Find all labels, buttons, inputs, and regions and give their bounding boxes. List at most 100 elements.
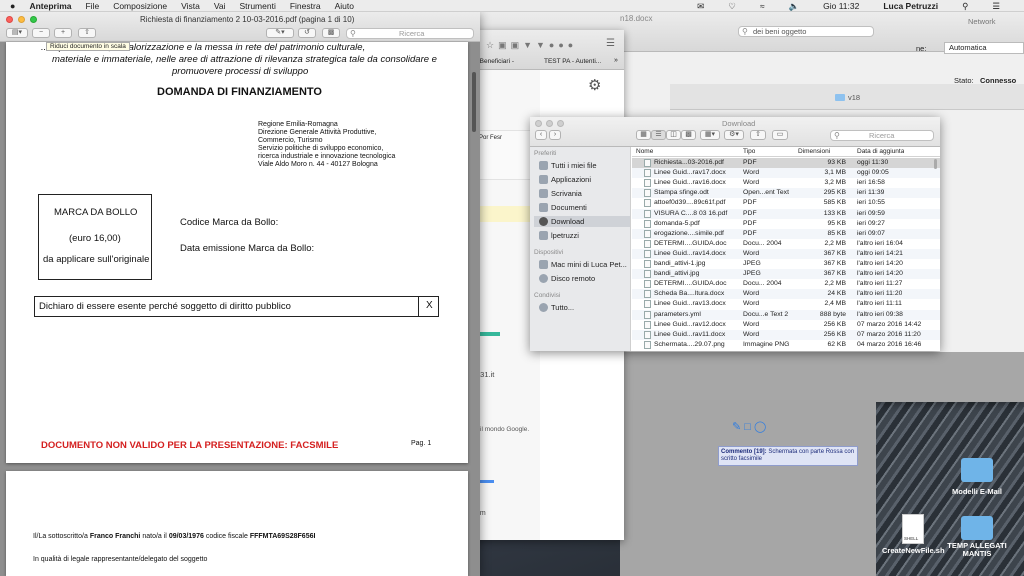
minimize-button[interactable]	[18, 16, 25, 23]
file-size: 24 KB	[827, 290, 846, 298]
zoom-out-button[interactable]: −	[32, 28, 50, 38]
wifi-icon[interactable]: ≈	[760, 1, 765, 11]
file-row[interactable]: Linee Guid...rav13.docx Word 2,4 MB l'altro…	[632, 299, 940, 309]
notification-icon[interactable]: ✉	[697, 1, 704, 12]
icon-view-button[interactable]: ▦	[636, 130, 651, 140]
annotate-button[interactable]: ▩	[322, 28, 340, 38]
menu-aiuto[interactable]: Aiuto	[335, 1, 354, 11]
menu-strumenti[interactable]: Strumenti	[239, 1, 275, 11]
browser-menu-icon[interactable]: ☰	[606, 38, 615, 49]
word-comment[interactable]: Commento [19]: Schermata con parte Rossa…	[718, 446, 858, 466]
action-gear-button[interactable]: ⚙▾	[724, 130, 744, 140]
back-button[interactable]: ‹	[535, 130, 547, 140]
column-header-size[interactable]: Dimensioni	[798, 147, 830, 157]
sidebar-item-remote-disc[interactable]: Disco remoto	[534, 273, 630, 284]
file-row[interactable]: domanda-5.pdf PDF 95 KB ieri 09:27	[632, 219, 940, 229]
zoom-button[interactable]	[30, 16, 37, 23]
file-type: Immagine PNG	[743, 340, 790, 348]
file-icon	[644, 249, 651, 258]
menu-vista[interactable]: Vista	[181, 1, 200, 11]
finder-window: Download ‹ › ▦ ☰ ◫ ▩ ▦▾ ⚙▾ ⇧ ▭ ⚲ Ricerca…	[530, 117, 940, 351]
network-field-value[interactable]: Automatica	[944, 42, 1024, 54]
sidebar-item-desktop[interactable]: Scrivania	[534, 188, 630, 199]
volume-icon[interactable]: 🔈	[789, 1, 800, 12]
list-view-button[interactable]: ☰	[651, 130, 666, 140]
sidebar-item-all-files[interactable]: Tutti i miei file	[534, 160, 630, 171]
tag-button[interactable]: ▭	[772, 130, 788, 140]
sidebar-item-home[interactable]: lpetruzzi	[534, 230, 630, 241]
sidebar-item-documents[interactable]: Documenti	[534, 202, 630, 213]
share-button[interactable]: ⇧	[78, 28, 96, 38]
column-header-name[interactable]: Nome	[636, 147, 653, 157]
menu-file[interactable]: File	[85, 1, 99, 11]
column-view-button[interactable]: ◫	[666, 130, 681, 140]
forward-button[interactable]: ›	[549, 130, 561, 140]
file-size: 585 KB	[823, 199, 846, 207]
sidebar-item-mac-mini[interactable]: Mac mini di Luca Pet...	[534, 259, 630, 270]
zoom-button[interactable]	[557, 120, 564, 127]
file-row[interactable]: Stampa sfinge.odt Open...ent Text 295 KB ie…	[632, 188, 940, 199]
spotlight-icon[interactable]: ⚲	[962, 1, 968, 12]
file-row[interactable]: parameters.yml Docu...e Text 2 888 byte l'a…	[632, 309, 940, 320]
sidebar-item-applications[interactable]: Applicazioni	[534, 174, 630, 185]
file-row[interactable]: VISURA C....8 03 16.pdf PDF 133 KB ieri 09:…	[632, 208, 940, 219]
settings-gear-icon[interactable]: ⚙	[588, 76, 601, 94]
background-search-field[interactable]: ⚲ dei beni oggetto	[738, 26, 874, 37]
menu-user[interactable]: Luca Petruzzi	[883, 1, 938, 11]
apple-menu-icon[interactable]: ●	[10, 1, 15, 11]
column-header-type[interactable]: Tipo	[743, 147, 755, 157]
file-row[interactable]: bandi_attivi-1.jpg JPEG 367 KB l'altro ieri…	[632, 259, 940, 269]
desktop-icon-createnewfile[interactable]: SHELL CreateNewFile.sh	[882, 514, 945, 570]
desktop-icon-temp-allegati[interactable]: TEMP ALLEGATI MANTIS	[944, 516, 1010, 570]
desktop-icon-modelli-email[interactable]: Modelli E-Mail	[948, 458, 1006, 504]
file-row[interactable]: erogazione....simile.pdf PDF 85 KB ieri 09:…	[632, 228, 940, 239]
file-row[interactable]: Linee Guid...rav14.docx Word 367 KB l'altro…	[632, 248, 940, 259]
sidebar-item-all-shared[interactable]: Tutto...	[534, 302, 630, 313]
close-button[interactable]	[6, 16, 13, 23]
file-name: erogazione....simile.pdf	[654, 229, 724, 237]
cover-flow-button[interactable]: ▩	[681, 130, 696, 140]
file-row[interactable]: Linee Guid...rav17.docx Word 3,1 MB oggi 09…	[632, 168, 940, 179]
notification-center-icon[interactable]: ☰	[992, 1, 1000, 12]
file-row[interactable]: Schermata....29.07.png Immagine PNG 62 KB 0…	[632, 340, 940, 350]
sidebar-item-download[interactable]: Download	[534, 216, 630, 227]
bookmark-overflow-icon[interactable]: »	[614, 57, 618, 64]
file-row[interactable]: DETERMI....GUIDA.doc Docu... 2004 2,2 MB l'…	[632, 239, 940, 249]
menu-vai[interactable]: Vai	[214, 1, 226, 11]
markup-pen-button[interactable]: ✎▾	[266, 28, 294, 38]
column-header-date[interactable]: Data di aggiunta	[857, 147, 904, 157]
minimize-button[interactable]	[546, 120, 553, 127]
preview-search-field[interactable]: ⚲ Ricerca	[346, 28, 474, 39]
file-row[interactable]: DETERMI....GUIDA.doc Docu... 2004 2,2 MB l'…	[632, 279, 940, 289]
share-button[interactable]: ⇧	[750, 130, 766, 140]
menu-clock[interactable]: Gio 11:32	[823, 1, 859, 11]
file-date: 04 marzo 2016 16:46	[857, 340, 922, 348]
file-name: bandi_attivi.jpg	[654, 270, 700, 278]
file-row[interactable]: Linee Guid...rav12.docx Word 256 KB 07 marz…	[632, 320, 940, 330]
sidebar-toggle-button[interactable]: ▤▾	[6, 28, 28, 38]
file-row[interactable]: Richiesta...03-2016.pdf PDF 93 KB oggi 11:3…	[632, 158, 940, 169]
file-icon	[644, 340, 651, 349]
rotate-button[interactable]: ↺	[298, 28, 316, 38]
file-list-scrollbar[interactable]	[934, 159, 937, 169]
file-name: bandi_attivi-1.jpg	[654, 260, 706, 267]
file-row[interactable]: Linee Guid...rav16.docx Word 3,2 MB ieri 16…	[632, 178, 940, 188]
file-row[interactable]: attoef0d39....89c61f.pdf PDF 585 KB ieri 10…	[632, 198, 940, 208]
menu-app-name[interactable]: Anteprima	[29, 1, 71, 11]
search-icon: ⚲	[742, 27, 748, 36]
file-row[interactable]: bandi_attivi.jpg JPEG 367 KB l'altro ieri 1…	[632, 269, 940, 280]
bookmark-2[interactable]: TEST PA - Autenti...	[544, 58, 601, 65]
menu-finestra[interactable]: Finestra	[290, 1, 321, 11]
heart-icon[interactable]: ♡	[728, 1, 736, 12]
menu-composizione[interactable]: Composizione	[113, 1, 167, 11]
zoom-in-button[interactable]: +	[54, 28, 72, 38]
file-row[interactable]: Scheda Ba....ltura.docx Word 24 KB l'altro …	[632, 289, 940, 300]
close-button[interactable]	[535, 120, 542, 127]
arrange-button[interactable]: ▦▾	[700, 130, 720, 140]
file-row[interactable]: Linee Guid...rav11.docx Word 256 KB 07 marz…	[632, 329, 940, 340]
finder-search-field[interactable]: ⚲ Ricerca	[830, 130, 934, 141]
file-date: ieri 10:55	[857, 199, 885, 207]
preview-scrollbar[interactable]	[472, 72, 476, 132]
browser-toolbar-icons[interactable]: ☆▣▣▼▼●●●	[486, 40, 577, 51]
file-type: JPEG	[743, 270, 761, 278]
